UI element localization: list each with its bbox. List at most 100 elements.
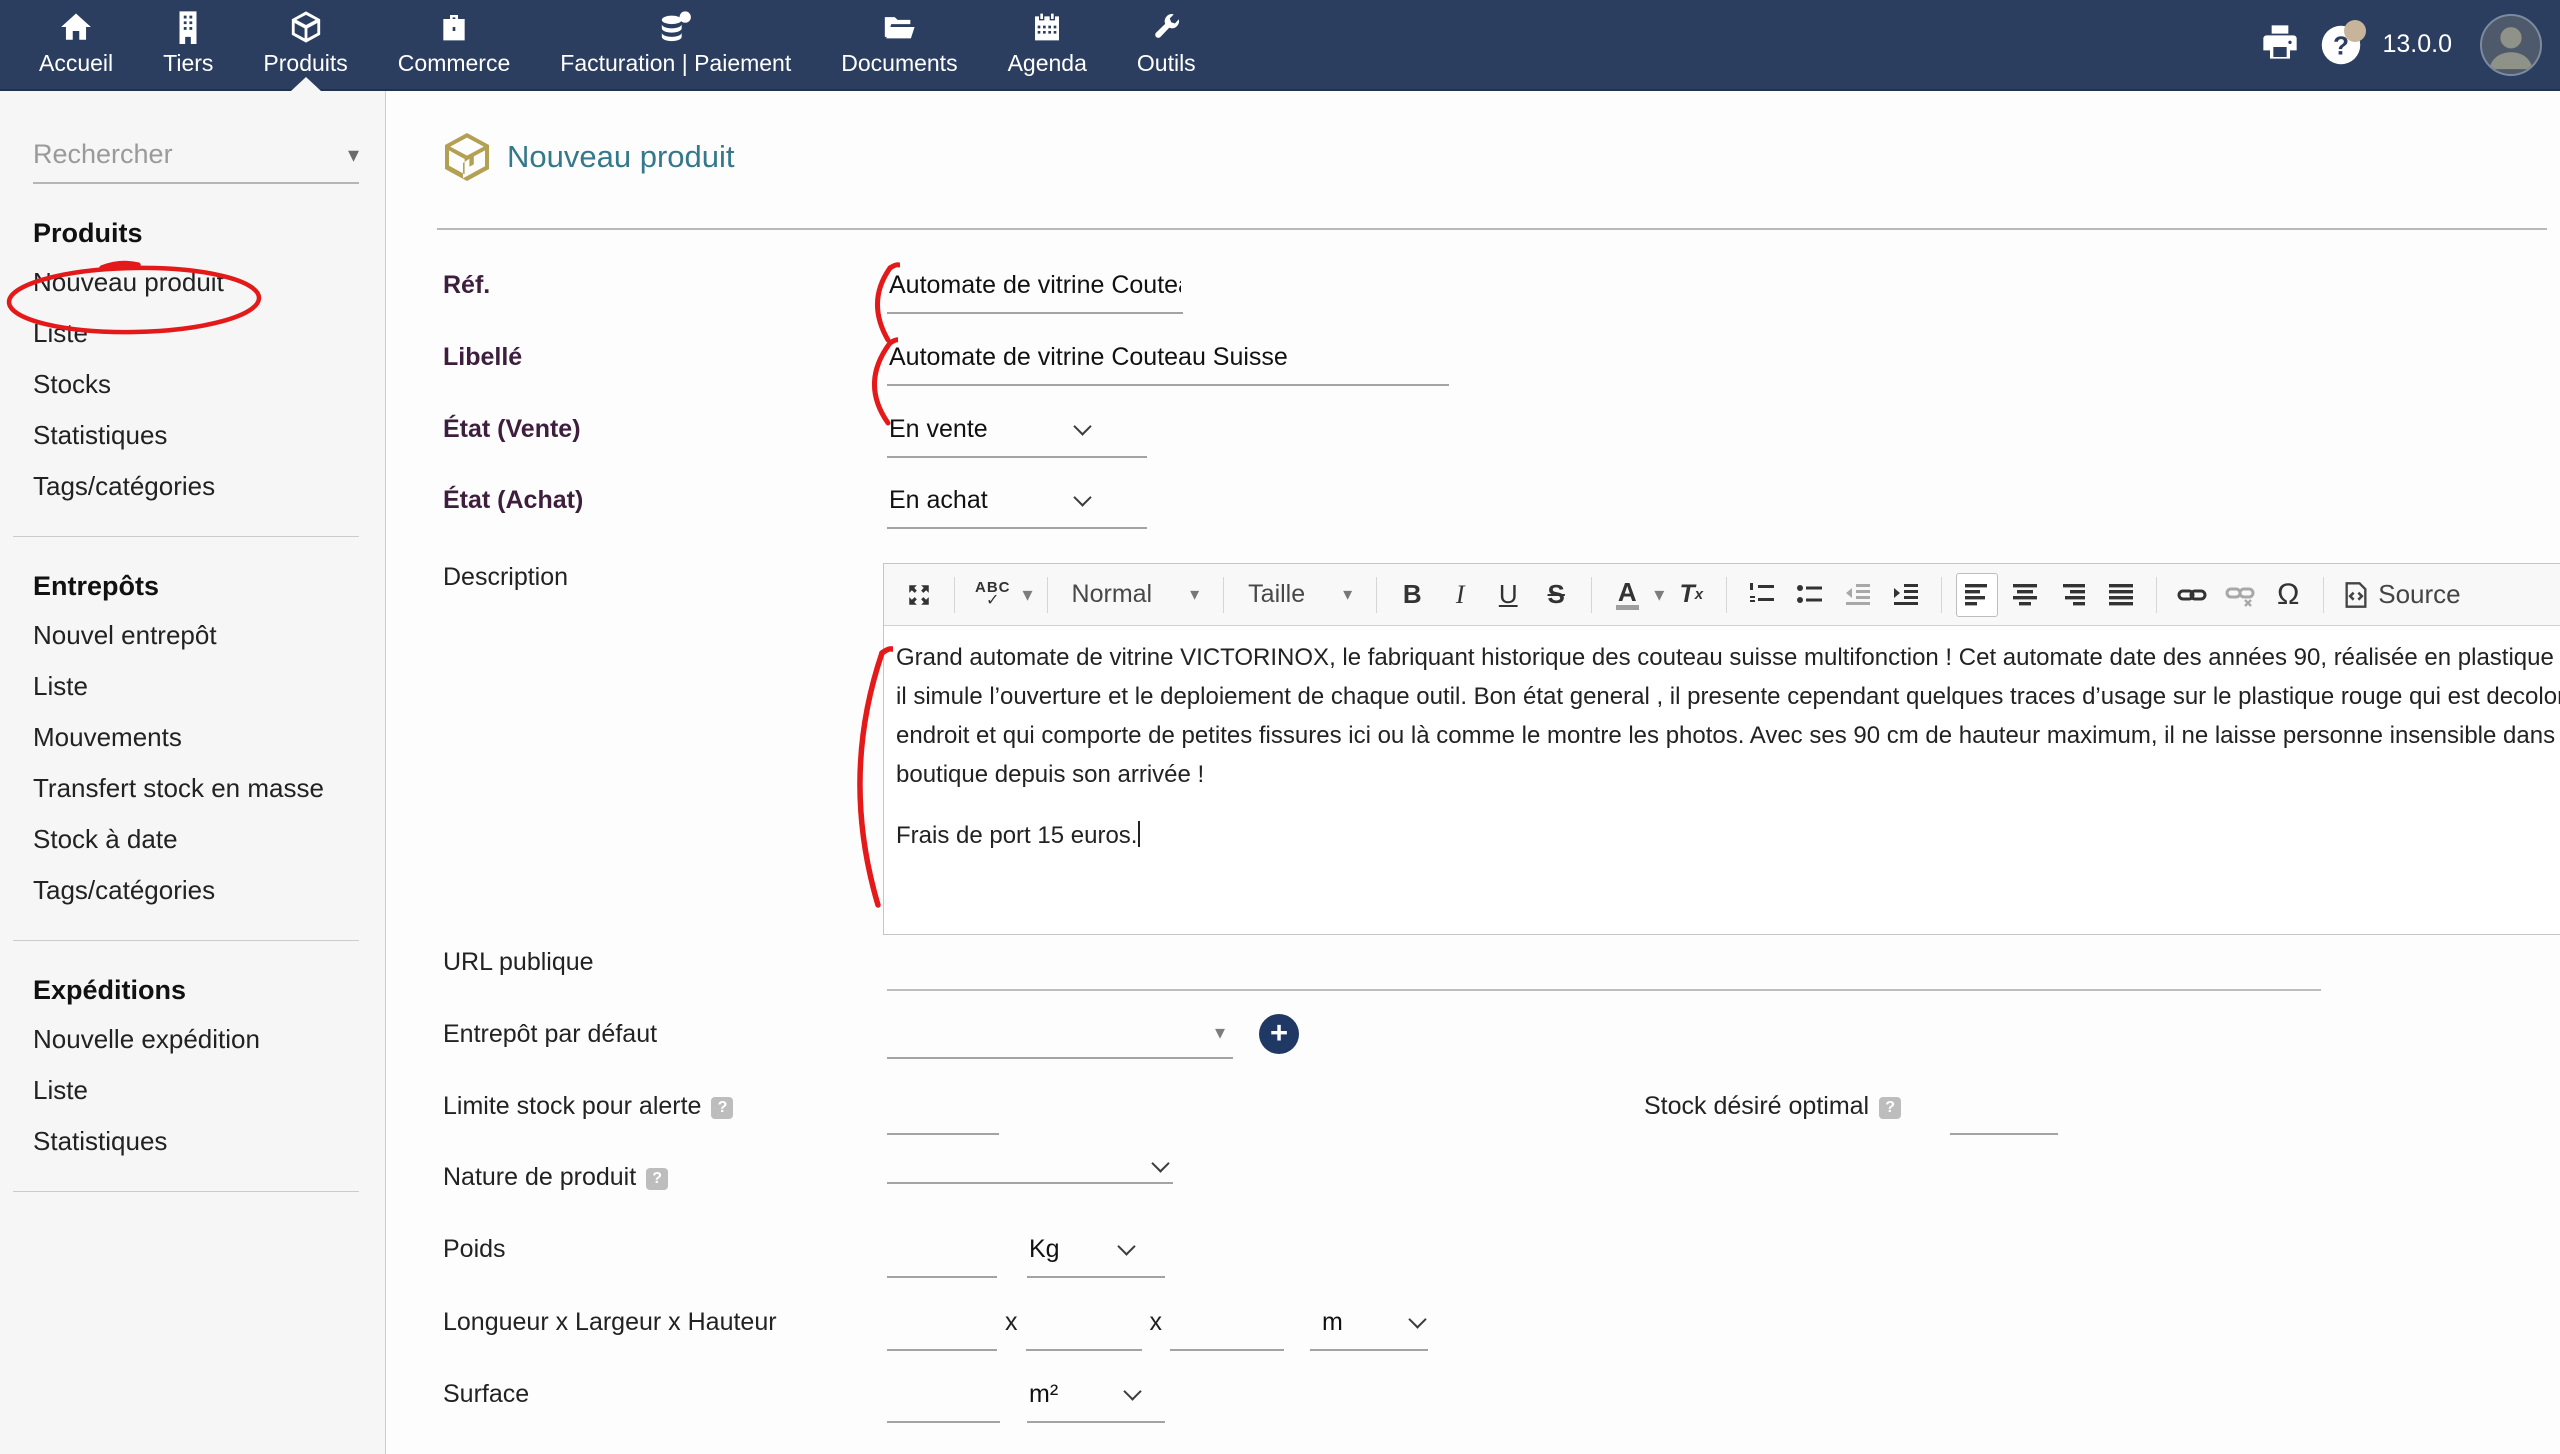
chevron-down-icon [1073, 488, 1091, 506]
sidebar-item-nouvelle-expedition[interactable]: Nouvelle expédition [0, 1014, 385, 1065]
sidebar-item-nouveau-produit[interactable]: Nouveau produit [0, 257, 385, 308]
maximize-icon[interactable] [898, 573, 940, 617]
active-tab-caret [291, 77, 321, 91]
help-question-icon[interactable]: ? [1879, 1097, 1901, 1119]
nav-item-label: Facturation | Paiement [560, 50, 791, 77]
url-publique-input[interactable] [887, 940, 2321, 991]
wrench-icon [1150, 8, 1182, 46]
hauteur-input[interactable] [1170, 1300, 1284, 1351]
chevron-down-icon [1117, 1237, 1135, 1255]
search-input[interactable]: Rechercher ▾ [33, 139, 359, 184]
chevron-down-icon [1073, 417, 1091, 435]
bullet-list-icon[interactable] [1789, 573, 1831, 617]
link-icon[interactable] [2171, 573, 2213, 617]
source-button[interactable]: Source [2338, 573, 2466, 617]
longueur-input[interactable] [887, 1300, 997, 1351]
strikethrough-button[interactable]: S [1535, 573, 1577, 617]
align-right-icon[interactable] [2052, 573, 2094, 617]
poids-unit-select[interactable]: Kg [1027, 1227, 1165, 1278]
coins-icon [659, 8, 693, 46]
stock-desire-input[interactable] [1950, 1084, 2058, 1135]
avatar[interactable] [2480, 14, 2542, 76]
nav-item-label: Documents [841, 50, 957, 77]
sidebar-item-statistiques-produits[interactable]: Statistiques [0, 410, 385, 461]
sidebar-item-stocks[interactable]: Stocks [0, 359, 385, 410]
nav-item-accueil[interactable]: Accueil [14, 0, 138, 89]
sidebar-item-nouvel-entrepot[interactable]: Nouvel entrepôt [0, 610, 385, 661]
entrepot-defaut-label: Entrepôt par défaut [443, 1012, 887, 1049]
etat-achat-select[interactable]: En achat [887, 478, 1147, 529]
home-icon [59, 8, 93, 46]
dimensions-label: Longueur x Largeur x Hauteur [443, 1300, 887, 1337]
add-warehouse-button[interactable]: + [1259, 1014, 1299, 1054]
poids-input[interactable] [887, 1227, 997, 1278]
briefcase-icon [438, 8, 470, 46]
description-editor: ABC ✓ ▾ Normal ▾ Taille ▾ B I U S A ▾ [883, 563, 2560, 935]
sidebar-item-liste-entrepots[interactable]: Liste [0, 661, 385, 712]
limite-stock-input[interactable] [887, 1084, 999, 1135]
nav-item-commerce[interactable]: Commerce [373, 0, 535, 89]
nav-item-agenda[interactable]: Agenda [983, 0, 1112, 89]
underline-button[interactable]: U [1487, 573, 1529, 617]
sidebar-section-produits: Produits [33, 218, 385, 249]
libelle-input[interactable] [887, 335, 1449, 386]
outdent-icon[interactable] [1837, 573, 1879, 617]
sidebar: Rechercher ▾ Produits Nouveau produit Li… [0, 91, 386, 1454]
limite-stock-label: Limite stock pour alerte? [443, 1084, 887, 1121]
sidebar-item-tags-entrepots[interactable]: Tags/catégories [0, 865, 385, 916]
unlink-icon[interactable] [2219, 573, 2261, 617]
url-publique-label: URL publique [443, 940, 887, 977]
nav-item-tiers[interactable]: Tiers [138, 0, 238, 89]
sidebar-item-mouvements[interactable]: Mouvements [0, 712, 385, 763]
poids-label: Poids [443, 1227, 887, 1264]
surface-input[interactable] [887, 1372, 1000, 1423]
nav-item-label: Commerce [398, 50, 510, 77]
surface-unit-select[interactable]: m² [1027, 1372, 1165, 1423]
dimension-separator: x [1142, 1300, 1171, 1337]
nature-produit-select[interactable] [887, 1155, 1173, 1184]
italic-button[interactable]: I [1439, 573, 1481, 617]
version-text: 13.0.0 [2382, 30, 2452, 59]
sidebar-item-stock-a-date[interactable]: Stock à date [0, 814, 385, 865]
align-left-icon[interactable] [1956, 573, 1998, 617]
nav-item-label: Agenda [1008, 50, 1087, 77]
ordered-list-icon[interactable] [1741, 573, 1783, 617]
page-title-text: Nouveau produit [507, 139, 735, 175]
building-icon [173, 8, 203, 46]
indent-icon[interactable] [1885, 573, 1927, 617]
help-question-icon[interactable]: ? [646, 1168, 668, 1190]
print-icon[interactable] [2260, 22, 2300, 67]
description-textarea[interactable]: Grand automate de vitrine VICTORINOX, le… [884, 626, 2560, 855]
bold-button[interactable]: B [1391, 573, 1433, 617]
nav-item-label: Accueil [39, 50, 113, 77]
special-char-button[interactable]: Ω [2267, 573, 2309, 617]
font-size-select[interactable]: Taille ▾ [1238, 573, 1362, 617]
nav-item-facturation[interactable]: Facturation | Paiement [535, 0, 816, 89]
dimensions-unit-select[interactable]: m [1310, 1300, 1428, 1351]
nav-item-outils[interactable]: Outils [1112, 0, 1221, 89]
main-content: Nouveau produit Réf. Libellé État (Vente… [387, 91, 2560, 1454]
etat-vente-select[interactable]: En vente [887, 407, 1147, 458]
text-color-button[interactable]: A [1606, 573, 1648, 617]
sidebar-item-transfert-stock[interactable]: Transfert stock en masse [0, 763, 385, 814]
sidebar-divider [13, 536, 359, 537]
spellcheck-button[interactable]: ABC ✓ [969, 573, 1017, 617]
help-icon[interactable]: ? [2320, 24, 2362, 66]
largeur-input[interactable] [1026, 1300, 1142, 1351]
description-line: il simule l’ouverture et le deploiement … [896, 677, 2560, 716]
nav-item-label: Produits [263, 50, 347, 77]
remove-format-button[interactable]: Tx [1670, 573, 1712, 617]
nav-item-documents[interactable]: Documents [816, 0, 982, 89]
sidebar-item-tags-produits[interactable]: Tags/catégories [0, 461, 385, 512]
justify-icon[interactable] [2100, 573, 2142, 617]
paragraph-format-select[interactable]: Normal ▾ [1062, 573, 1210, 617]
ref-input[interactable] [887, 263, 1183, 314]
sidebar-item-liste-expeditions[interactable]: Liste [0, 1065, 385, 1116]
entrepot-defaut-select[interactable]: ▾ [887, 1012, 1233, 1059]
sidebar-item-liste-produits[interactable]: Liste [0, 308, 385, 359]
description-label: Description [443, 555, 887, 592]
align-center-icon[interactable] [2004, 573, 2046, 617]
help-question-icon[interactable]: ? [711, 1097, 733, 1119]
nav-item-produits[interactable]: Produits [238, 0, 372, 89]
sidebar-item-statistiques-expeditions[interactable]: Statistiques [0, 1116, 385, 1167]
